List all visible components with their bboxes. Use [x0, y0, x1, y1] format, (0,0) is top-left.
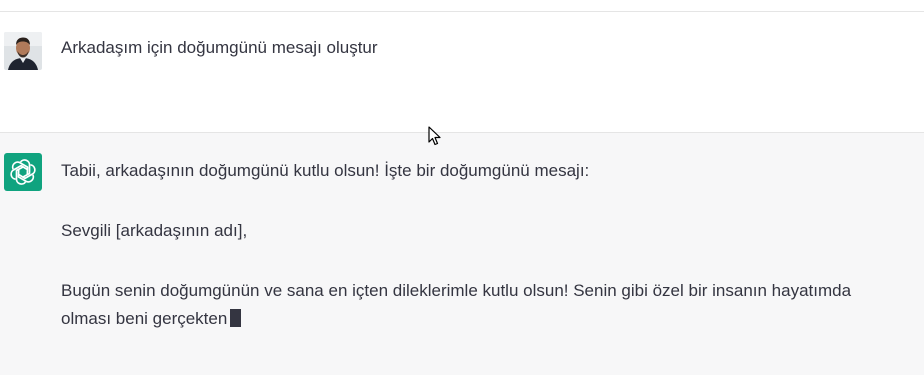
assistant-paragraph: Sevgili [arkadaşının adı],	[61, 221, 248, 240]
assistant-paragraph: Bugün senin doğumgünün ve sana en içten …	[61, 277, 901, 333]
assistant-message-row: Tabii, arkadaşının doğumgünü kutlu olsun…	[0, 133, 924, 375]
assistant-message-text: Tabii, arkadaşının doğumgünü kutlu olsun…	[61, 157, 901, 333]
assistant-avatar	[4, 153, 42, 191]
user-avatar	[4, 32, 42, 70]
assistant-paragraph: Tabii, arkadaşının doğumgünü kutlu olsun…	[61, 161, 590, 180]
user-message-text: Arkadaşım için doğumgünü mesajı oluştur	[61, 38, 378, 57]
user-message-row: Arkadaşım için doğumgünü mesajı oluştur	[0, 12, 924, 133]
user-avatar-photo-icon	[4, 32, 42, 70]
openai-logo-icon	[10, 159, 36, 185]
typing-cursor	[230, 309, 242, 327]
mouse-pointer-icon	[428, 126, 441, 146]
assistant-paragraph-text: Bugün senin doğumgünün ve sana en içten …	[61, 281, 852, 328]
